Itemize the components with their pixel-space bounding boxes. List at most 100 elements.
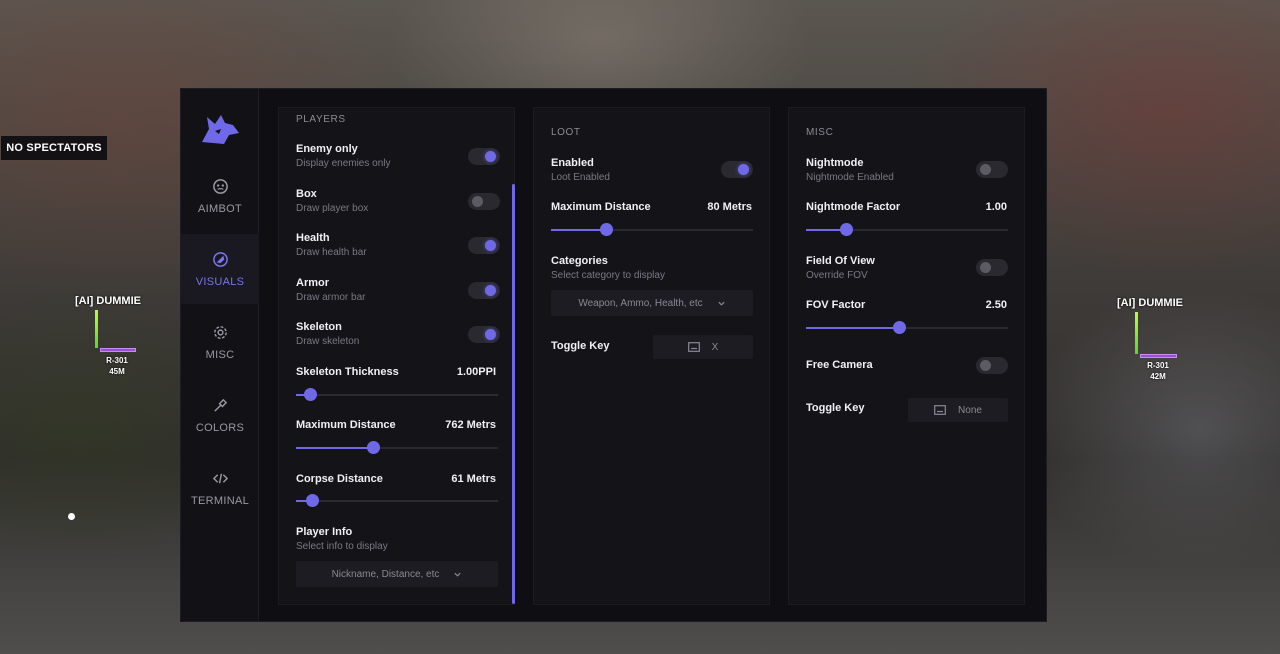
fov-toggle[interactable]	[976, 259, 1008, 276]
code-icon	[212, 473, 228, 483]
fov-factor-value: 2.50	[985, 299, 1007, 311]
esp-health-bar	[95, 310, 98, 348]
nightmode-toggle[interactable]	[976, 161, 1008, 178]
max-distance-title: Maximum Distance	[296, 419, 396, 431]
sidebar-item-label: COLORS	[195, 421, 245, 434]
loot-toggle-key-button[interactable]: X	[653, 335, 753, 359]
armor-toggle[interactable]	[468, 282, 500, 299]
sidebar-item-misc[interactable]: MISC	[181, 307, 259, 377]
skeleton-toggle[interactable]	[468, 326, 500, 343]
categories-dropdown[interactable]: Weapon, Ammo, Health, etc	[551, 290, 753, 316]
free-camera-title: Free Camera	[806, 359, 873, 371]
esp-name: [AI] DUMMIE	[75, 295, 141, 307]
corpse-distance-title: Corpse Distance	[296, 473, 383, 485]
enemy-only-title: Enemy only	[296, 143, 358, 155]
loot-max-distance-slider[interactable]	[551, 223, 753, 236]
esp-target-left: [AI] DUMMIE R-301 45M	[75, 295, 141, 376]
max-distance-slider[interactable]	[296, 441, 498, 454]
slider-thumb[interactable]	[599, 223, 613, 236]
chevron-down-icon	[454, 572, 462, 577]
slider-thumb[interactable]	[892, 321, 906, 334]
armor-title: Armor	[296, 277, 330, 289]
key-value: None	[958, 404, 982, 416]
players-panel: PLAYERS Enemy only Display enemies only …	[278, 107, 515, 605]
sidebar: AIMBOT VISUALS MISC COLORS TERMINAL	[181, 89, 259, 621]
player-info-dropdown[interactable]: Nickname, Distance, etc	[296, 561, 498, 587]
fov-factor-title: FOV Factor	[806, 299, 866, 311]
sidebar-item-visuals[interactable]: VISUALS	[181, 234, 259, 304]
nightmode-title: Nightmode	[806, 157, 864, 169]
skeleton-thickness-slider[interactable]	[296, 388, 498, 401]
sidebar-item-aimbot[interactable]: AIMBOT	[181, 161, 259, 231]
sidebar-item-label: TERMINAL	[190, 494, 250, 507]
armor-sub: Draw armor bar	[296, 292, 366, 303]
enemy-only-sub: Display enemies only	[296, 158, 391, 169]
skeleton-title: Skeleton	[296, 321, 342, 333]
nightmode-factor-title: Nightmode Factor	[806, 201, 901, 213]
esp-health-bar	[1135, 312, 1138, 354]
players-scrollbar[interactable]	[512, 184, 515, 604]
box-sub: Draw player box	[296, 203, 369, 214]
misc-toggle-key-button[interactable]: None	[908, 398, 1008, 422]
max-distance-value: 762 Metrs	[445, 419, 496, 431]
chevron-down-icon	[718, 301, 725, 306]
wolf-logo-icon	[202, 115, 239, 144]
loot-max-distance-title: Maximum Distance	[551, 201, 651, 213]
misc-toggle-key-title: Toggle Key	[806, 402, 865, 414]
dropdown-value: Nickname, Distance, etc	[331, 568, 440, 580]
sidebar-item-label: MISC	[205, 348, 235, 361]
box-toggle[interactable]	[468, 193, 500, 210]
nightmode-factor-value: 1.00	[985, 201, 1007, 213]
cheat-menu-window: AIMBOT VISUALS MISC COLORS TERMINAL PLAY…	[180, 88, 1047, 622]
loot-enabled-sub: Loot Enabled	[551, 172, 610, 183]
health-title: Health	[296, 232, 330, 244]
fov-title: Field Of View	[806, 255, 875, 267]
nightmode-sub: Nightmode Enabled	[806, 172, 894, 183]
esp-weapon: R-301	[106, 356, 128, 365]
loot-enabled-title: Enabled	[551, 157, 594, 169]
categories-title: Categories	[551, 255, 608, 267]
loot-toggle-key-title: Toggle Key	[551, 340, 610, 352]
loot-max-distance-value: 80 Metrs	[707, 201, 752, 213]
loot-enabled-toggle[interactable]	[721, 161, 753, 178]
sidebar-item-label: AIMBOT	[198, 202, 242, 215]
esp-target-right: [AI] DUMMIE R-301 42M	[1117, 297, 1183, 381]
skeleton-thickness-title: Skeleton Thickness	[296, 366, 399, 378]
corpse-distance-value: 61 Metrs	[451, 473, 496, 485]
eyedropper-icon	[213, 398, 227, 412]
esp-name: [AI] DUMMIE	[1117, 297, 1183, 309]
slider-thumb[interactable]	[840, 223, 854, 236]
slider-thumb[interactable]	[366, 441, 380, 454]
keyboard-icon	[934, 405, 946, 415]
fov-factor-slider[interactable]	[806, 321, 1008, 334]
sidebar-item-terminal[interactable]: TERMINAL	[181, 453, 259, 523]
face-icon	[212, 178, 228, 194]
keyboard-icon	[687, 342, 700, 352]
slider-thumb[interactable]	[306, 494, 320, 507]
section-title: LOOT	[551, 127, 581, 138]
free-camera-toggle[interactable]	[976, 357, 1008, 374]
box-title: Box	[296, 188, 317, 200]
esp-distance: 42M	[1150, 372, 1166, 381]
fov-sub: Override FOV	[806, 270, 868, 281]
esp-weapon: R-301	[1147, 361, 1169, 370]
section-title: PLAYERS	[296, 114, 346, 125]
esp-distance: 45M	[109, 367, 125, 376]
gear-icon	[213, 325, 227, 339]
slider-thumb[interactable]	[304, 388, 318, 401]
player-info-title: Player Info	[296, 526, 353, 538]
skeleton-sub: Draw skeleton	[296, 336, 360, 347]
loot-panel: LOOT Enabled Loot Enabled Maximum Distan…	[533, 107, 770, 605]
esp-shield-bar	[100, 348, 136, 352]
skeleton-thickness-value: 1.00PPI	[456, 366, 496, 378]
nightmode-factor-slider[interactable]	[806, 223, 1008, 236]
dropdown-value: Weapon, Ammo, Health, etc	[578, 297, 703, 309]
key-value: X	[711, 341, 719, 353]
sidebar-item-colors[interactable]: COLORS	[181, 380, 259, 450]
categories-sub: Select category to display	[551, 270, 665, 281]
cursor-dot	[68, 513, 75, 520]
health-toggle[interactable]	[468, 237, 500, 254]
enemy-only-toggle[interactable]	[468, 148, 500, 165]
corpse-distance-slider[interactable]	[296, 494, 498, 507]
sidebar-item-label: VISUALS	[195, 275, 245, 288]
